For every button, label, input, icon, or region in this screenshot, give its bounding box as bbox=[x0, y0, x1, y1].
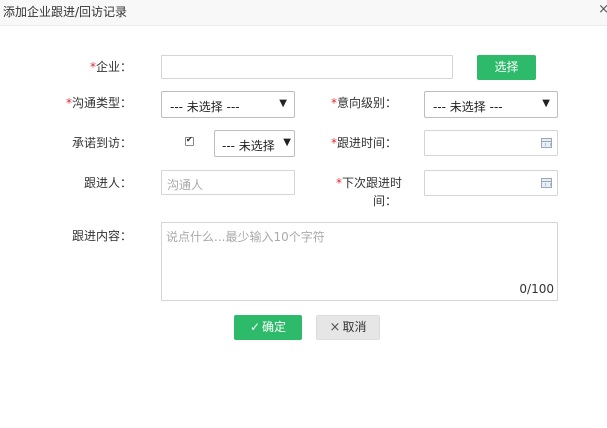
calendar-icon[interactable] bbox=[541, 138, 552, 148]
next-follow-time-label-2: 间： bbox=[372, 194, 397, 208]
dialog-title: 添加企业跟进/回访记录 bbox=[3, 5, 128, 19]
intent-level-select[interactable]: --- 未选择 --- ▼ bbox=[424, 91, 558, 118]
dialog-titlebar: 添加企业跟进/回访记录 × bbox=[0, 0, 607, 26]
intent-level-label: *意向级别： bbox=[330, 96, 397, 110]
content-label: 跟进内容： bbox=[71, 229, 132, 243]
enterprise-label: *企业： bbox=[89, 60, 132, 74]
comm-type-select[interactable]: --- 未选择 --- ▼ bbox=[161, 91, 295, 118]
close-icon: × bbox=[329, 320, 341, 335]
promise-visit-select[interactable]: --- 未选择 ▼ bbox=[214, 130, 295, 157]
enterprise-input[interactable] bbox=[161, 55, 453, 79]
follow-time-input[interactable] bbox=[424, 130, 558, 156]
char-counter: 0/100 bbox=[519, 282, 554, 296]
cancel-button[interactable]: × 取消 bbox=[316, 315, 380, 340]
close-icon[interactable]: × bbox=[598, 2, 607, 17]
select-enterprise-button[interactable]: 选择 bbox=[477, 55, 536, 80]
intent-level-value: --- 未选择 --- bbox=[433, 100, 503, 114]
check-icon: ✓ bbox=[249, 320, 261, 334]
next-follow-time-input[interactable] bbox=[424, 170, 558, 196]
calendar-icon[interactable] bbox=[541, 178, 552, 188]
chevron-down-icon: ▼ bbox=[279, 98, 287, 109]
dialog: 添加企业跟进/回访记录 × *企业： 选择 *沟通类型： --- 未选择 ---… bbox=[0, 0, 607, 428]
confirm-button[interactable]: ✓ 确定 bbox=[234, 315, 302, 340]
content-placeholder: 说点什么...最少输入10个字符 bbox=[166, 230, 325, 244]
follower-label: 跟进人： bbox=[83, 176, 132, 190]
comm-type-label: *沟通类型： bbox=[65, 96, 132, 110]
promise-visit-checkbox[interactable] bbox=[185, 135, 194, 146]
chevron-down-icon: ▼ bbox=[281, 137, 291, 148]
content-textarea[interactable]: 说点什么...最少输入10个字符 0/100 bbox=[161, 222, 558, 301]
promise-visit-label: 承诺到访： bbox=[71, 136, 132, 150]
next-follow-time-label: *下次跟进时 bbox=[336, 176, 403, 190]
follow-time-label: *跟进时间： bbox=[330, 136, 397, 150]
chevron-down-icon: ▼ bbox=[542, 98, 550, 109]
promise-visit-value: --- 未选择 bbox=[222, 139, 275, 153]
comm-type-value: --- 未选择 --- bbox=[170, 100, 240, 114]
follower-placeholder: 沟通人 bbox=[167, 178, 204, 192]
follower-input[interactable]: 沟通人 bbox=[161, 170, 295, 195]
